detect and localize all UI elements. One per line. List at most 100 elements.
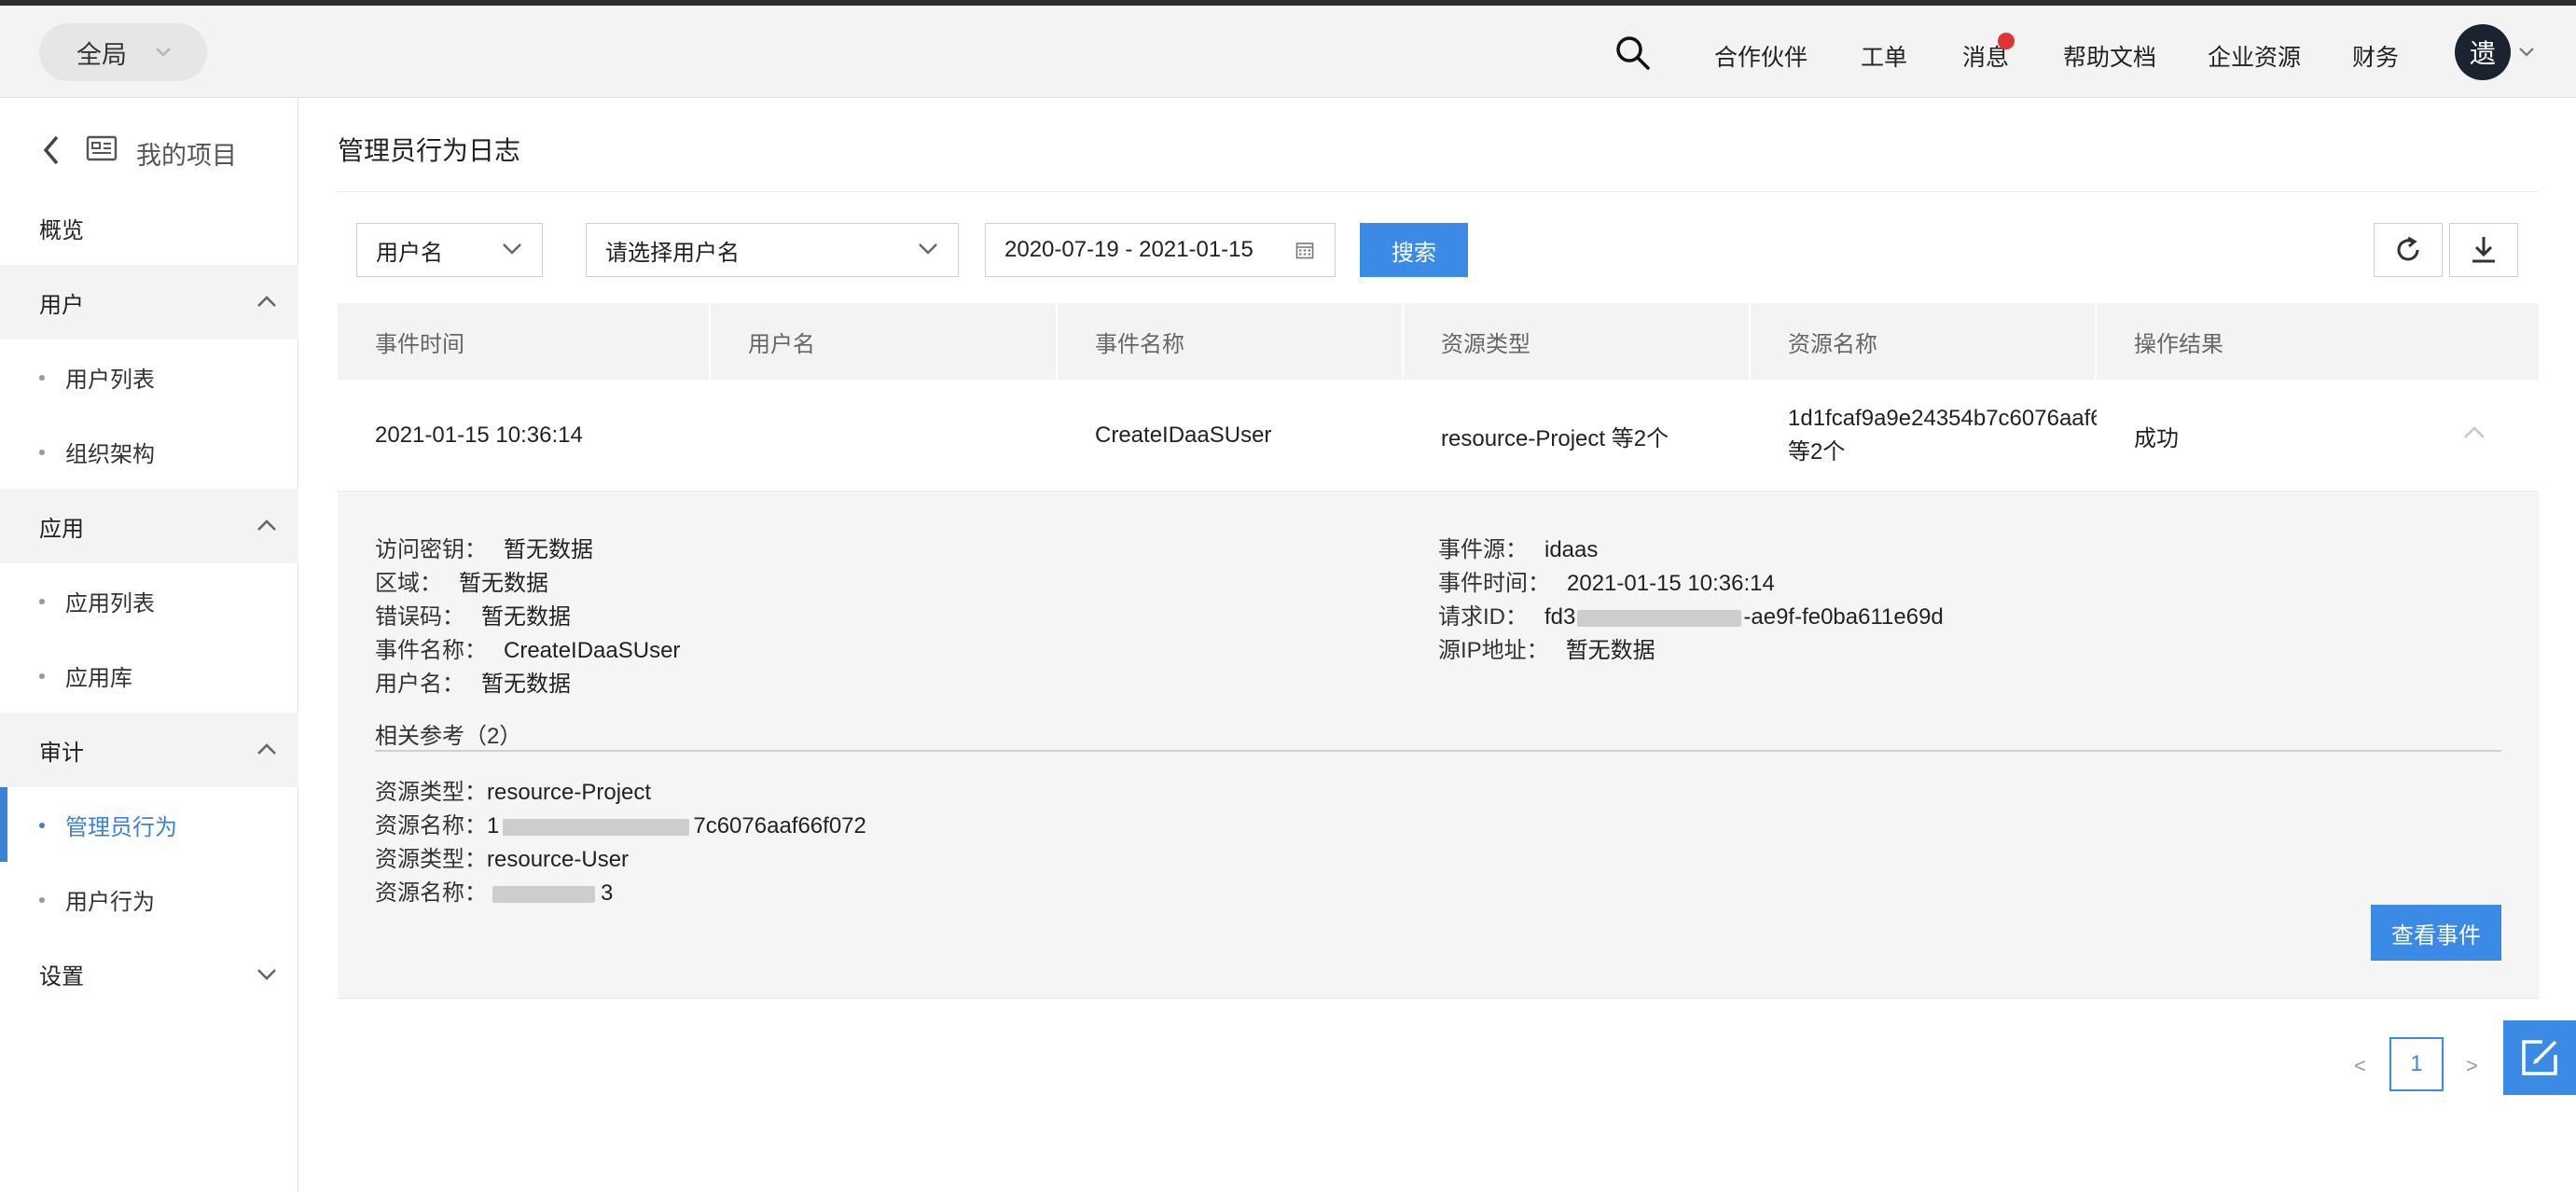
nav-partners[interactable]: 合作伙伴 — [1714, 39, 1807, 73]
cell-resource-name: 1d1fcaf9a9e24354b7c6076aaf6 等2个 — [1751, 380, 2097, 492]
detail-error-code: 错误码： 暂无数据 — [375, 598, 571, 631]
sidebar-item-app-list[interactable]: 应用列表 — [0, 563, 298, 638]
column-username: 用户名 — [711, 303, 1058, 380]
search-button[interactable]: 搜索 — [1360, 223, 1468, 277]
back-to-projects[interactable]: 我的项目 — [41, 132, 237, 170]
ref-resource-name: 资源名称： 3 — [375, 874, 613, 907]
scope-label: 全局 — [76, 40, 127, 69]
nav-help-docs[interactable]: 帮助文档 — [2063, 39, 2156, 73]
active-indicator — [0, 787, 7, 862]
resource-name-line: 1d1fcaf9a9e24354b7c6076aaf6 — [1788, 406, 2097, 431]
cell-result: 成功 — [2134, 425, 2179, 451]
cell-username — [711, 380, 1058, 492]
username-select[interactable]: 请选择用户名 — [586, 223, 959, 277]
sidebar-item-label: 用户列表 — [65, 367, 155, 393]
detail-key: 事件时间： — [1438, 571, 1550, 596]
redacted-block — [503, 818, 690, 836]
search-icon[interactable] — [1613, 34, 1651, 71]
column-event-time: 事件时间 — [338, 303, 711, 380]
sidebar-item-settings[interactable]: 设置 — [0, 936, 298, 1011]
ref-resource-name: 资源名称：1 7c6076aaf66f072 — [375, 807, 866, 839]
bullet-dot — [39, 823, 45, 828]
detail-key: 用户名： — [375, 672, 464, 697]
avatar[interactable]: 遗 — [2455, 24, 2511, 80]
date-range-value: 2020-07-19 - 2021-01-15 — [1004, 237, 1253, 262]
sidebar-item-overview[interactable]: 概览 — [0, 190, 298, 265]
detail-access-key: 访问密钥： 暂无数据 — [375, 531, 593, 563]
field-select-value: 用户名 — [376, 240, 443, 266]
detail-event-source: 事件源： idaas — [1438, 531, 1598, 563]
bullet-dot — [39, 673, 45, 679]
sidebar-group-label: 用户 — [39, 292, 84, 318]
sidebar-item-label: 管理员行为 — [65, 814, 177, 840]
detail-event-time: 事件时间： 2021-01-15 10:36:14 — [1438, 564, 1775, 597]
prev-page-button[interactable]: < — [2354, 1054, 2366, 1078]
chevron-left-icon[interactable] — [41, 134, 62, 166]
ref-key: 资源名称： — [375, 880, 487, 906]
sidebar-group-apps[interactable]: 应用 — [0, 489, 298, 563]
detail-key: 事件名称： — [375, 638, 487, 663]
sidebar-group-audit[interactable]: 审计 — [0, 713, 298, 787]
detail-key: 访问密钥： — [375, 537, 487, 562]
notification-badge — [1998, 33, 2015, 49]
download-icon — [2472, 237, 2495, 263]
page-title: 管理员行为日志 — [338, 136, 521, 165]
row-detail-panel: 访问密钥： 暂无数据 区域： 暂无数据 错误码： 暂无数据 事件名称： CreateID… — [338, 492, 2539, 999]
bullet-dot — [39, 450, 45, 455]
detail-key: 区域： — [375, 571, 442, 596]
chevron-down-icon[interactable] — [2518, 46, 2535, 59]
nav-enterprise-resources[interactable]: 企业资源 — [2208, 39, 2301, 73]
bullet-dot — [39, 375, 45, 381]
resource-name-count: 等2个 — [1788, 439, 1846, 464]
chevron-up-icon[interactable] — [2462, 424, 2486, 441]
sidebar-item-label: 设置 — [39, 963, 84, 990]
field-select[interactable]: 用户名 — [356, 223, 543, 277]
bullet-dot — [39, 897, 45, 903]
sidebar-item-user-list[interactable]: 用户列表 — [0, 340, 298, 414]
detail-value: idaas — [1544, 537, 1599, 562]
redacted-block — [492, 885, 595, 903]
next-page-button[interactable]: > — [2466, 1054, 2478, 1078]
column-resource-name: 资源名称 — [1751, 303, 2097, 380]
detail-request-id: 请求ID： fd3 -ae9f-fe0ba611e69d — [1438, 598, 1944, 631]
nav-tickets[interactable]: 工单 — [1861, 39, 1907, 73]
view-event-button[interactable]: 查看事件 — [2371, 905, 2501, 961]
date-range-picker[interactable]: 2020-07-19 - 2021-01-15 — [985, 223, 1336, 277]
sidebar-item-admin-behavior[interactable]: 管理员行为 — [0, 787, 298, 862]
table-row[interactable]: 2021-01-15 10:36:14 CreateIDaaSUser reso… — [338, 380, 2539, 492]
sidebar: 我的项目 概览 用户 用户列表 组织架构 应用 应用列表 应用库 审计 管理员行… — [0, 98, 298, 1192]
top-header: 全局 合作伙伴 工单 消息 帮助文档 企业资源 财务 遗 — [0, 6, 2576, 98]
calendar-icon — [1295, 243, 1314, 259]
sidebar-group-label: 应用 — [39, 516, 84, 542]
sidebar-group-label: 审计 — [39, 740, 84, 766]
detail-region: 区域： 暂无数据 — [375, 564, 548, 597]
detail-value: CreateIDaaSUser — [504, 638, 681, 663]
sidebar-item-label: 概览 — [39, 217, 84, 243]
project-card-icon — [86, 135, 118, 161]
feedback-button[interactable] — [2503, 1020, 2576, 1095]
sidebar-item-app-library[interactable]: 应用库 — [0, 638, 298, 713]
refresh-button[interactable] — [2374, 223, 2443, 277]
sidebar-item-user-behavior[interactable]: 用户行为 — [0, 862, 298, 936]
column-result: 操作结果 — [2134, 331, 2223, 357]
detail-value: 暂无数据 — [1565, 638, 1655, 663]
detail-value: 2021-01-15 10:36:14 — [1567, 571, 1775, 596]
scope-selector[interactable]: 全局 — [39, 23, 207, 81]
chevron-down-icon — [919, 243, 937, 255]
page-number-current[interactable]: 1 — [2389, 1037, 2444, 1091]
sidebar-title: 我的项目 — [136, 142, 237, 170]
refresh-icon — [2397, 236, 2419, 261]
bullet-dot — [39, 599, 45, 604]
sidebar-group-users[interactable]: 用户 — [0, 265, 298, 340]
sidebar-item-org-structure[interactable]: 组织架构 — [0, 414, 298, 489]
chevron-down-icon — [257, 969, 276, 980]
detail-key: 错误码： — [375, 604, 464, 630]
nav-finance[interactable]: 财务 — [2352, 39, 2399, 73]
detail-key: 请求ID： — [1438, 604, 1528, 630]
ref-value: resource-Project — [487, 780, 652, 805]
detail-key: 源IP地址： — [1438, 638, 1549, 663]
download-button[interactable] — [2449, 223, 2518, 277]
sidebar-item-label: 应用列表 — [65, 590, 155, 617]
detail-value: 暂无数据 — [481, 604, 571, 630]
sidebar-item-label: 应用库 — [65, 665, 132, 691]
